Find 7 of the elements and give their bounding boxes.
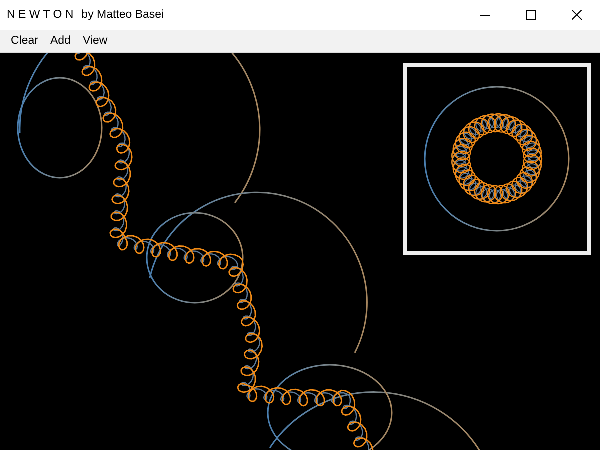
author-credit: by Matteo Basei xyxy=(82,9,164,21)
close-icon xyxy=(572,10,582,20)
maximize-icon xyxy=(526,10,536,20)
app-title: N E W T O N xyxy=(7,9,74,21)
menu-item[interactable]: Clear xyxy=(5,33,44,49)
menu-item[interactable]: View xyxy=(76,33,114,49)
menu-item[interactable]: Add xyxy=(44,33,77,49)
